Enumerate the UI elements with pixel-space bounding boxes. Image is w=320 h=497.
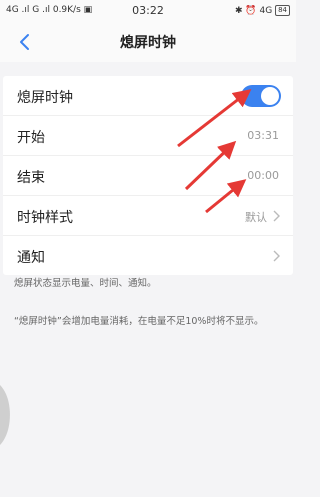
style-value: 默认 (245, 211, 267, 224)
aod-row[interactable]: 熄屏时钟 (3, 76, 293, 116)
start-time-row[interactable]: 开始 03:31 (3, 116, 293, 156)
status-icons: ✱ ⏰ 4G (235, 6, 273, 16)
end-label: 结束 (17, 170, 45, 186)
start-label: 开始 (17, 130, 45, 146)
end-time-row[interactable]: 结束 00:00 (3, 156, 293, 196)
end-value: 00:00 (247, 169, 279, 182)
start-value: 03:31 (247, 129, 279, 142)
status-right: ✱ ⏰ 4G 84 (235, 5, 290, 16)
settings-list: 熄屏时钟 开始 03:31 结束 00:00 时钟样式 默认 通知 (3, 76, 293, 275)
app-header: 熄屏时钟 (0, 22, 296, 62)
warning-note: “熄屏时钟”会增加电量消耗，在电量不足10%时将不显示。 (14, 316, 264, 327)
chevron-right-icon (273, 250, 280, 262)
style-label: 时钟样式 (17, 210, 73, 226)
aod-label: 熄屏时钟 (17, 90, 73, 106)
battery-icon: 84 (275, 5, 290, 16)
toggle-knob (261, 87, 279, 105)
clock-style-row[interactable]: 时钟样式 默认 (3, 196, 293, 236)
page-title: 熄屏时钟 (120, 35, 176, 51)
notify-label: 通知 (17, 250, 45, 266)
status-bar: 4G .ıl G .ıl 0.9K/s ▣ 03:22 ✱ ⏰ 4G 84 (0, 0, 296, 22)
chevron-right-icon (273, 210, 280, 222)
info-note: 熄屏状态显示电量、时间、通知。 (14, 278, 157, 289)
notification-row[interactable]: 通知 (3, 236, 293, 275)
aod-toggle[interactable] (241, 85, 281, 107)
edge-decoration (0, 385, 10, 445)
